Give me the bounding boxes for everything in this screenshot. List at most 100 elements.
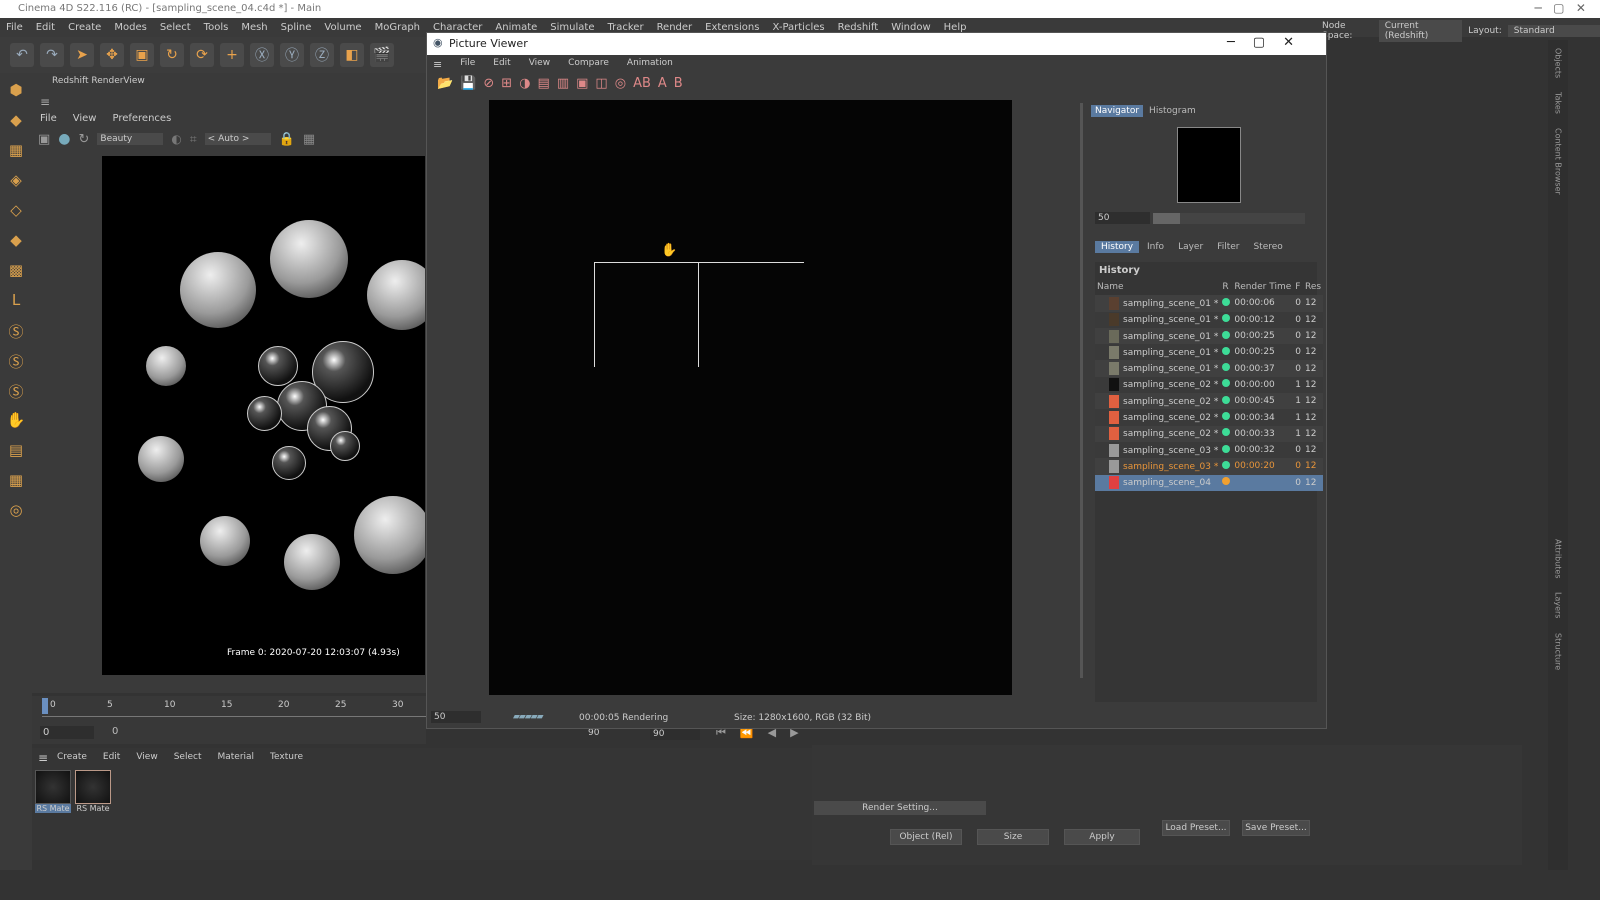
history-row[interactable]: sampling_scene_01 * 00:00:25 0 12 [1095,344,1324,361]
tab-layer[interactable]: Layer [1172,241,1209,253]
menu-mograph[interactable]: MoGraph [375,22,420,33]
side-tab-attributes[interactable]: Attributes [1554,539,1563,579]
render-region-icon[interactable]: 🎬 [370,43,394,67]
scale-tool-icon[interactable]: ▣ [130,43,154,67]
grid-view-icon[interactable]: ▦ [303,132,315,147]
axis-icon[interactable]: L [4,291,28,314]
column-header-r[interactable]: R [1220,279,1232,295]
layout-select[interactable]: Standard [1507,25,1600,37]
world-coord-icon[interactable]: ◧ [340,43,364,67]
aov-select[interactable]: Beauty [97,133,164,145]
history-row[interactable]: sampling_scene_01 * 00:00:37 0 12 [1095,360,1324,377]
menu-select[interactable]: Select [160,22,191,33]
renderview-menu-view[interactable]: View [73,113,97,124]
redo-icon[interactable]: ↷ [40,43,64,67]
pv-window-controls[interactable]: ─▢✕ [1227,35,1312,50]
renderview-menu-file[interactable]: File [40,113,57,124]
history-row[interactable]: sampling_scene_01 * 00:00:12 0 12 [1095,311,1324,328]
undo-icon[interactable]: ↶ [10,43,34,67]
tab-stereo[interactable]: Stereo [1247,241,1288,253]
tab-filter[interactable]: Filter [1211,241,1245,253]
save-preset-button[interactable]: Save Preset... [1242,820,1310,836]
set-b-icon[interactable]: B [674,76,683,91]
history-row[interactable]: sampling_scene_02 * 00:00:45 1 12 [1095,393,1324,410]
plane-icon[interactable]: ▦ [4,471,28,494]
y-axis-icon[interactable]: Ⓨ [280,43,304,67]
material-item[interactable]: RS Mate [35,770,71,813]
material-menu-material[interactable]: Material [217,752,254,762]
history-row[interactable]: sampling_scene_03 * 00:00:20 0 12 [1095,458,1324,475]
preview-end-field[interactable]: 90 [650,728,700,740]
ab-icon[interactable]: AB [633,76,651,91]
texture-mode-icon[interactable]: ▦ [4,141,28,164]
save-icon[interactable]: 💾 [460,76,476,91]
pv-hamburger-icon[interactable]: ≡ [433,58,442,71]
node-space-select[interactable]: Current (Redshift) [1378,20,1463,42]
material-menu-icon[interactable]: ≡ [38,751,48,765]
material-menu-select[interactable]: Select [174,752,202,762]
material-menu-create[interactable]: Create [57,752,87,762]
select-tool-icon[interactable]: ➤ [70,43,94,67]
compare-icon[interactable]: ◫ [595,76,607,91]
grid-icon[interactable]: ▤ [4,441,28,464]
side-tab-content-browser[interactable]: Content Browser [1554,128,1563,195]
snap-settings-icon[interactable]: Ⓢ [4,351,28,374]
render-setting-button[interactable]: Render Setting... [814,801,986,815]
picture-canvas[interactable]: ✋ [489,100,1012,695]
uv-mode-icon[interactable]: ▩ [4,261,28,284]
side-tab-structure[interactable]: Structure [1554,633,1563,670]
fit-icon[interactable]: ⊞ [501,76,512,91]
pv-menu-compare[interactable]: Compare [568,58,609,71]
menu-tools[interactable]: Tools [204,22,229,33]
polygons-mode-icon[interactable]: ◆ [4,231,28,254]
recent-tools-icon[interactable]: ⟳ [190,43,214,67]
zoom-select[interactable]: < Auto > [204,133,271,145]
pv-menu-file[interactable]: File [460,58,475,71]
apply-button[interactable]: Apply [1064,829,1140,845]
history-row[interactable]: sampling_scene_04 0 12 [1095,474,1324,491]
points-mode-icon[interactable]: ◈ [4,171,28,194]
material-menu-texture[interactable]: Texture [270,752,303,762]
pv-menu-view[interactable]: View [529,58,550,71]
side-tab-layers[interactable]: Layers [1554,592,1563,618]
history-row[interactable]: sampling_scene_03 * 00:00:32 0 12 [1095,441,1324,459]
open-icon[interactable]: 📂 [437,76,453,91]
history-row[interactable]: sampling_scene_01 * 00:00:25 0 12 [1095,327,1324,345]
layers-icon[interactable]: ▥ [557,76,569,91]
copy-icon[interactable]: ▤ [538,76,550,91]
menu-edit[interactable]: Edit [36,22,55,33]
window-controls[interactable]: ─ ▢ ✕ [1534,1,1586,15]
x-axis-icon[interactable]: Ⓧ [250,43,274,67]
z-axis-icon[interactable]: Ⓩ [310,43,334,67]
load-preset-button[interactable]: Load Preset... [1162,820,1230,836]
edges-mode-icon[interactable]: ◇ [4,201,28,224]
tab-history[interactable]: History [1095,241,1140,253]
solo-icon[interactable]: ◎ [4,501,28,524]
anim-icon[interactable]: ◎ [615,76,626,91]
menu-spline[interactable]: Spline [281,22,312,33]
menu-volume[interactable]: Volume [324,22,361,33]
menu-create[interactable]: Create [68,22,101,33]
status-zoom-field[interactable]: 50 [431,711,481,723]
lock-icon[interactable]: 🔒 [279,132,295,147]
current-frame-field[interactable]: 0 [112,726,118,737]
pv-menu-animation[interactable]: Animation [627,58,673,71]
menu-mesh[interactable]: Mesh [241,22,267,33]
history-row[interactable]: sampling_scene_01 * 00:00:06 0 12 [1095,295,1324,312]
rotate-tool-icon[interactable]: ↻ [160,43,184,67]
snapshot-icon[interactable]: ▣ [38,132,50,147]
hamburger-menu-icon[interactable]: ≡ [40,95,50,109]
render-start-icon[interactable]: ● [58,131,70,147]
tab-navigator[interactable]: Navigator [1091,105,1144,117]
menu-file[interactable]: File [6,22,23,33]
refresh-icon[interactable]: ↻ [79,132,90,147]
timeline[interactable]: 0 5 10 15 20 25 30 0 0 [32,696,426,744]
column-header-f[interactable]: F [1293,279,1303,295]
rgb-icon[interactable]: ◐ [171,132,181,146]
history-row[interactable]: sampling_scene_02 * 00:00:00 1 12 [1095,376,1324,394]
set-a-icon[interactable]: A [658,76,667,91]
navigator-zoom-field[interactable]: 50 [1095,212,1150,224]
end-frame[interactable]: 90 [588,728,599,738]
history-row[interactable]: sampling_scene_02 * 00:00:34 1 12 [1095,409,1324,426]
start-frame-field[interactable]: 0 [40,726,94,739]
